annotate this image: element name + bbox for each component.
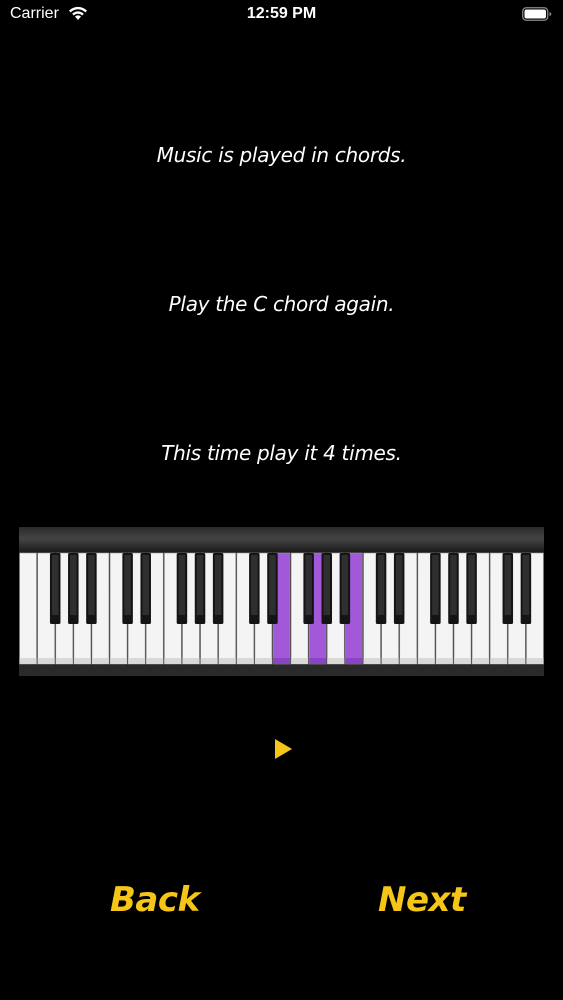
key-shade	[110, 658, 128, 664]
black-key-highlight	[178, 555, 186, 615]
black-key-highlight	[251, 555, 258, 615]
status-bar: Carrier 12:59 PM	[0, 0, 563, 30]
key-shade	[472, 658, 490, 664]
black-key-highlight	[468, 555, 475, 615]
key-shade	[236, 658, 254, 664]
instruction-text: Music is played in chords.	[156, 143, 407, 167]
key-shade	[345, 658, 363, 664]
key-shade	[291, 658, 309, 664]
black-key-highlight	[305, 555, 312, 615]
key-shade	[254, 658, 272, 664]
black-key-highlight	[450, 555, 457, 615]
key-shade	[363, 658, 381, 664]
key-shade	[508, 658, 526, 664]
key-shade	[92, 658, 109, 664]
battery-icon	[522, 7, 552, 21]
black-key-highlight	[504, 555, 512, 615]
black-key-highlight	[196, 555, 204, 615]
key-shade	[417, 658, 435, 664]
key-shade	[309, 658, 327, 664]
black-key-highlight	[142, 555, 149, 615]
black-key-highlight	[522, 555, 530, 615]
key-shade	[164, 658, 182, 664]
key-shade	[526, 658, 544, 664]
key-shade	[19, 658, 37, 664]
black-key-highlight	[395, 555, 403, 615]
clock: 12:59 PM	[246, 5, 317, 22]
black-key-highlight	[88, 555, 95, 615]
key-shade	[218, 658, 236, 664]
key-shade	[435, 658, 453, 664]
back-button[interactable]: Back	[110, 880, 200, 920]
next-button[interactable]: Next	[378, 880, 466, 920]
key-shade	[182, 658, 200, 664]
key-shade	[490, 658, 508, 664]
piano-keyboard[interactable]	[19, 527, 544, 676]
key-shade	[399, 658, 417, 664]
key-shade	[128, 658, 146, 664]
key-shade	[146, 658, 164, 664]
black-key-highlight	[377, 555, 385, 615]
black-key-highlight	[323, 555, 331, 615]
black-key-highlight	[51, 555, 59, 615]
white-key-e[interactable]	[19, 552, 37, 665]
key-shade	[454, 658, 471, 664]
instruction-text: This time play it 4 times.	[161, 441, 402, 465]
black-key-highlight	[341, 555, 349, 615]
key-shade	[381, 658, 399, 664]
black-key-highlight	[70, 555, 77, 615]
play-icon[interactable]	[270, 736, 296, 762]
black-key-highlight	[269, 555, 276, 615]
black-key-highlight	[124, 555, 131, 615]
black-key-highlight	[214, 555, 222, 615]
key-shade	[55, 658, 73, 664]
key-shade	[73, 658, 91, 664]
key-shade	[273, 658, 290, 664]
black-key-highlight	[432, 555, 439, 615]
key-shade	[37, 658, 55, 664]
key-shade	[327, 658, 345, 664]
instruction-text: Play the C chord again.	[168, 292, 395, 316]
key-shade	[200, 658, 218, 664]
